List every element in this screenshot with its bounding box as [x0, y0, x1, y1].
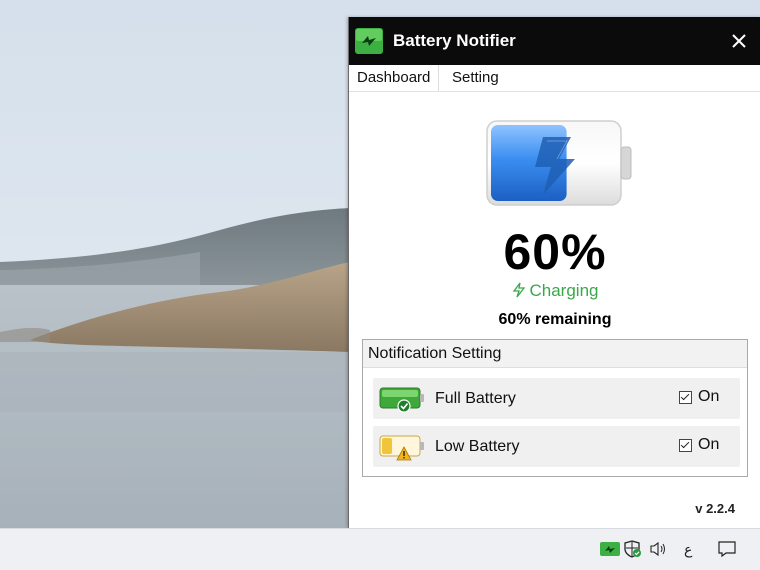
- action-center-icon[interactable]: [717, 539, 737, 559]
- tab-setting[interactable]: Setting: [444, 65, 507, 91]
- low-battery-toggle-label: On: [698, 436, 720, 453]
- full-battery-toggle-label: On: [698, 388, 720, 405]
- close-button[interactable]: [725, 27, 753, 55]
- tab-dashboard[interactable]: Dashboard: [349, 65, 440, 91]
- volume-icon[interactable]: [649, 539, 669, 559]
- taskbar: ع: [0, 528, 760, 570]
- charging-status: Charging: [349, 281, 760, 303]
- battery-low-warning-icon: [379, 433, 427, 461]
- full-battery-label: Full Battery: [435, 390, 516, 407]
- title-bar[interactable]: Battery Notifier: [349, 17, 760, 65]
- close-icon: [732, 34, 746, 48]
- lightning-icon: [512, 282, 526, 303]
- tab-bar: Dashboard Setting: [349, 65, 760, 92]
- low-battery-label: Low Battery: [435, 438, 520, 455]
- language-indicator[interactable]: ع: [684, 539, 692, 559]
- low-battery-row: Low Battery On: [373, 426, 740, 467]
- window-title: Battery Notifier: [393, 31, 516, 50]
- battery-charging-graphic: [477, 107, 637, 219]
- low-battery-toggle[interactable]: On: [679, 436, 719, 454]
- battery-full-check-icon: [379, 385, 427, 413]
- notification-setting-panel: Notification Setting Full Battery On Low…: [362, 339, 748, 477]
- low-battery-checkbox[interactable]: [679, 438, 692, 452]
- charging-status-label: Charging: [529, 281, 599, 300]
- battery-notifier-app-icon: [355, 28, 383, 54]
- security-shield-icon[interactable]: [624, 539, 642, 559]
- full-battery-toggle[interactable]: On: [679, 388, 719, 406]
- remaining-text: 60% remaining: [498, 311, 612, 328]
- full-battery-row: Full Battery On: [373, 378, 740, 419]
- full-battery-checkbox[interactable]: [679, 390, 692, 404]
- notification-setting-title: Notification Setting: [363, 340, 747, 368]
- version-label: v 2.2.4: [695, 501, 735, 516]
- battery-percentage: 60%: [503, 224, 607, 280]
- battery-notifier-window: Battery Notifier Dashboard Setting 60% C…: [348, 17, 760, 528]
- battery-notifier-tray-icon[interactable]: [600, 539, 620, 559]
